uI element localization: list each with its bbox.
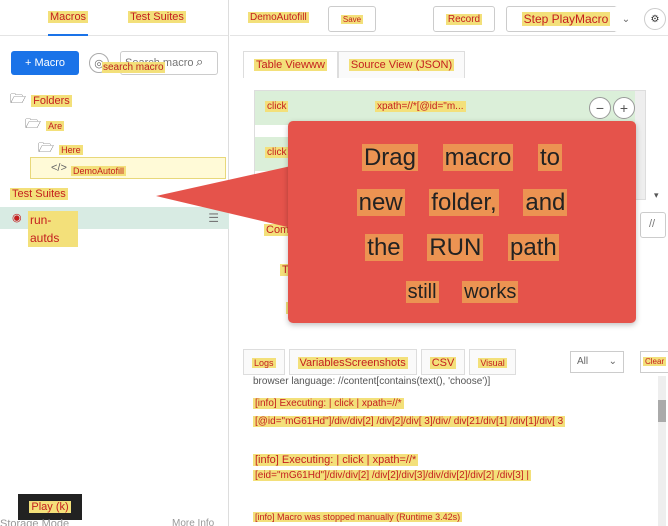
target-cell: xpath=//*[@id="m... (375, 101, 466, 112)
macro-file-row[interactable]: </> DemoAutofill (30, 157, 226, 179)
code-icon[interactable]: // (640, 212, 666, 238)
folder-label: Are (46, 121, 65, 131)
storage-mode[interactable]: Storage Mode (0, 518, 69, 526)
play-button[interactable]: Play (k) (18, 494, 82, 520)
run-macro-row[interactable]: ◉ run-autds ☰ (0, 207, 229, 247)
scrollbar[interactable] (635, 91, 645, 199)
tab-visual[interactable]: Visual (469, 349, 516, 375)
log-line: [info] Executing: | click | xpath=//* (253, 398, 404, 409)
folder-are[interactable]: 🗁 Are (25, 115, 65, 137)
code-file-icon: </> (51, 162, 67, 174)
folder-open-icon: 🗁 (25, 116, 42, 131)
plus-icon[interactable]: + (613, 97, 635, 119)
log-line: [info] Executing: | click | xpath=//* (253, 454, 419, 466)
log-line: [@id="mG61Hd"]/div/div[2] /div[2]/div[ 3… (253, 416, 566, 427)
toolbar: DemoAutofill Save Record Step PlayMacro … (230, 0, 668, 36)
run-icon: ◉ (12, 212, 22, 224)
sidebar-tabs: Macros Test Suites (0, 0, 228, 36)
clear-button[interactable]: Clear (640, 351, 668, 373)
tab-logs[interactable]: Logs (243, 349, 285, 375)
log-filter-select[interactable]: All ⌄ (570, 351, 624, 373)
record-button[interactable]: Record (433, 6, 495, 32)
test-suites-folder[interactable]: Test Suites (10, 188, 68, 200)
folder-root[interactable]: 🗁 Folders (10, 90, 72, 112)
search-label: search macro (102, 62, 165, 73)
log-output: browser language: //content[contains(tex… (243, 374, 665, 526)
annotation-callout: Drag macro to new folder, and the RUN pa… (288, 121, 636, 323)
add-macro-button[interactable]: + Macro (11, 51, 79, 75)
run-label: run-autds (28, 211, 78, 247)
folder-open-icon: 🗁 (10, 91, 27, 106)
log-line: browser language: //content[contains(tex… (253, 376, 491, 387)
step-play-button[interactable]: Step PlayMacro (506, 6, 626, 32)
scroll-down-icon[interactable]: ▾ (654, 190, 666, 201)
tab-csv[interactable]: CSV (420, 349, 466, 375)
gear-icon[interactable]: ⚙ (644, 8, 666, 30)
macro-file-label: DemoAutofill (71, 166, 127, 176)
command-cell: click (265, 101, 289, 112)
tab-table-view[interactable]: Table Viewww (243, 51, 338, 78)
tab-macros[interactable]: Macros (48, 0, 89, 36)
log-scrollbar[interactable] (658, 376, 666, 526)
more-info-link[interactable]: More Info (172, 518, 214, 526)
menu-icon[interactable]: ☰ (208, 211, 219, 225)
tab-variables-screenshots[interactable]: VariablesScreenshots (288, 349, 417, 375)
tab-source-view[interactable]: Source View (JSON) (337, 51, 466, 78)
save-button[interactable]: Save (328, 6, 376, 32)
log-line: [eid="mG61Hd"]/div/div[2] /div[2]/div[3]… (253, 470, 531, 481)
log-scrollbar-thumb[interactable] (658, 400, 666, 422)
chevron-down-icon[interactable]: ⌄ (614, 6, 638, 32)
test-suites-label: Test Suites (10, 188, 68, 200)
minus-icon[interactable]: − (589, 97, 611, 119)
log-tabs: Logs VariablesScreenshots CSV Visual (243, 349, 520, 375)
editor-tabs: Table Viewww Source View (JSON) (243, 51, 466, 78)
callout-text: Drag macro to new folder, and the RUN pa… (356, 144, 568, 303)
folder-label: Folders (31, 95, 72, 107)
table-row[interactable]: click xpath=//*[@id="m... − + (255, 91, 637, 125)
command-cell: click (265, 147, 289, 158)
log-line: [info] Macro was stopped manually (Runti… (253, 512, 463, 522)
macro-name: DemoAutofill (248, 12, 309, 23)
folder-label: Here (59, 145, 83, 155)
search-icon[interactable]: ⌕ (196, 54, 203, 70)
sidebar: Macros Test Suites + Macro ◎ ⌕ search ma… (0, 0, 229, 526)
tab-test-suites[interactable]: Test Suites (128, 0, 186, 35)
